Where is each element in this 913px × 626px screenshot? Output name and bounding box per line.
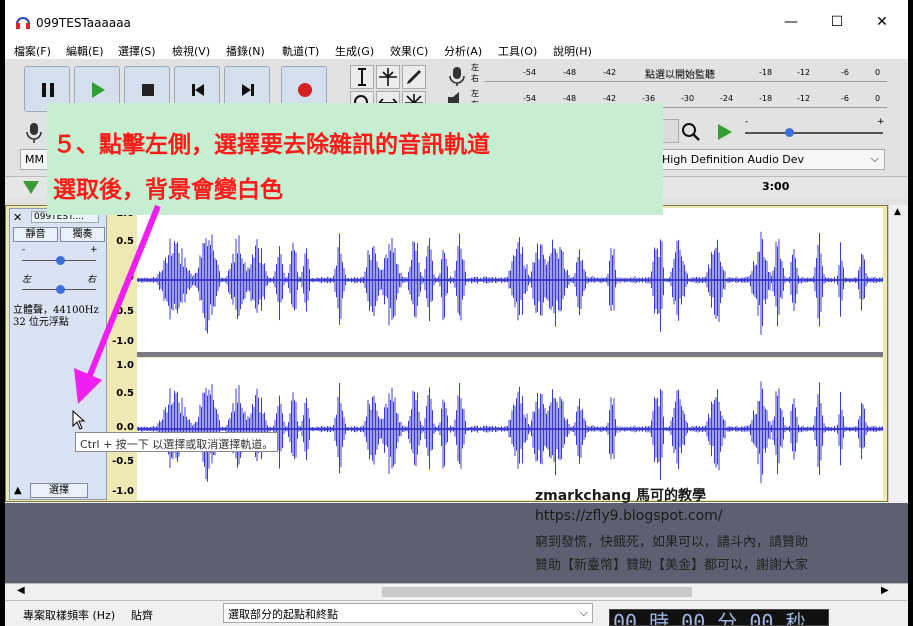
gain-minus: - xyxy=(22,245,26,255)
menu-edit[interactable]: 編輯(E) xyxy=(66,43,104,59)
envelope-tool[interactable] xyxy=(376,65,400,89)
play-meter-tick: -48 xyxy=(563,94,577,103)
play-meter-tick: -30 xyxy=(681,94,695,103)
play-meter-tick: -36 xyxy=(642,94,656,103)
record-icon xyxy=(298,83,312,97)
menu-generate[interactable]: 生成(G) xyxy=(335,43,374,59)
play-head-triangle-icon[interactable] xyxy=(23,181,39,194)
record-meter-tick: -18 xyxy=(759,68,773,77)
record-meter-tick: -42 xyxy=(603,68,617,77)
menu-view[interactable]: 檢視(V) xyxy=(172,43,210,59)
pause-icon xyxy=(42,83,54,97)
watermark-author: zmarkchang 馬可的教學 xyxy=(535,488,706,504)
mouse-cursor-icon xyxy=(72,410,86,430)
watermark-url: https://zfly9.blogspot.com/ xyxy=(535,508,723,524)
playback-device-label: High Definition Audio Dev xyxy=(662,153,805,166)
window-title: 099TESTaaaaaa xyxy=(36,16,131,30)
skip-to-start-icon xyxy=(192,84,204,96)
play-meter-tick: -54 xyxy=(523,94,537,103)
y-tick: -1.0 xyxy=(112,486,134,497)
chevron-down-icon: ⌵ xyxy=(579,606,588,619)
speed-slider-thumb[interactable] xyxy=(785,128,794,137)
menu-analyze[interactable]: 分析(A) xyxy=(444,43,482,59)
waveform-channel-2[interactable] xyxy=(137,358,883,500)
record-meter-tick: -48 xyxy=(563,68,577,77)
audio-position-display[interactable]: 00 時 00 分 00 秒 xyxy=(609,609,829,626)
maximize-button[interactable]: ☐ xyxy=(822,12,852,32)
play-meter-left-label: 左 xyxy=(471,89,479,98)
play-meter-tick: -18 xyxy=(759,94,773,103)
scroll-right-icon[interactable]: ▶ xyxy=(881,585,889,596)
click-to-monitor-label[interactable]: 點選以開始監聽 xyxy=(645,66,715,81)
horizontal-scrollbar[interactable]: ◀ ▶ xyxy=(5,583,908,599)
menu-transport[interactable]: 播錄(N) xyxy=(226,43,265,59)
recording-volume-mic-icon xyxy=(26,123,42,143)
menu-select[interactable]: 選擇(S) xyxy=(118,43,156,59)
stop-icon xyxy=(142,84,154,96)
record-meter-left-label: 左 xyxy=(471,63,479,72)
watermark-donate-1: 窮到發慌，快餓死，如果可以，請斗內，請贊助 xyxy=(535,535,809,550)
record-meter-tick: -12 xyxy=(797,68,811,77)
select-track-button[interactable]: 選擇 xyxy=(30,483,88,498)
microphone-icon[interactable] xyxy=(445,65,469,87)
speed-slider-plus: + xyxy=(877,117,885,127)
snap-to-label: 貼齊 xyxy=(131,609,153,622)
menu-file[interactable]: 檔案(F) xyxy=(14,43,51,59)
y-tick: -0.5 xyxy=(112,456,134,467)
record-meter-tick: -54 xyxy=(523,68,537,77)
audacity-headphones-icon xyxy=(16,17,30,29)
i-beam-icon xyxy=(358,68,366,86)
play-meter-tick: -12 xyxy=(797,94,811,103)
envelope-icon xyxy=(379,68,397,86)
watermark-donate-2: 贊助【新臺幣】贊助【美金】都可以，謝謝大家 xyxy=(535,558,809,573)
pencil-icon xyxy=(407,70,421,84)
instruction-callout: ５、點擊左側，選擇要去除雜訊的音訊軌道 選取後，背景會變白色 xyxy=(47,103,663,215)
project-rate-label: 專案取樣頻率 (Hz) xyxy=(23,609,116,622)
track-select-tooltip: Ctrl + 按一下 以選擇或取消選擇軌道。 xyxy=(75,432,279,452)
skip-to-end-icon xyxy=(242,84,254,96)
scroll-left-icon[interactable]: ◀ xyxy=(17,585,25,596)
menu-bar: 檔案(F) 編輯(E) 選擇(S) 檢視(V) 播錄(N) 軌道(T) 生成(G… xyxy=(5,38,908,60)
pointer-arrow xyxy=(74,204,161,404)
close-button[interactable]: ✕ xyxy=(867,12,897,32)
play-icon xyxy=(92,82,105,98)
play-at-speed-icon[interactable] xyxy=(715,122,735,142)
scrollbar-thumb[interactable] xyxy=(382,587,692,597)
menu-tools[interactable]: 工具(O) xyxy=(498,43,537,59)
menu-help[interactable]: 說明(H) xyxy=(553,43,592,59)
selection-mode-value: 選取部分的起點和終點 xyxy=(228,608,338,621)
channel-separator xyxy=(137,352,883,357)
play-meter-tick: 0 xyxy=(875,94,881,103)
menu-effect[interactable]: 效果(C) xyxy=(390,43,428,59)
timeline-mark: 3:00 xyxy=(762,180,790,193)
instruction-line-2: 選取後，背景會變白色 xyxy=(53,177,283,203)
vertical-scrollbar[interactable]: ▲ xyxy=(888,205,908,503)
chevron-down-icon: ⌵ xyxy=(870,152,879,165)
draw-tool[interactable] xyxy=(402,65,426,89)
instruction-line-1: ５、點擊左側，選擇要去除雜訊的音訊軌道 xyxy=(53,132,490,158)
menu-tracks[interactable]: 軌道(T) xyxy=(282,43,319,59)
speed-slider-minus: - xyxy=(745,117,749,127)
selection-tool[interactable] xyxy=(350,65,374,89)
playback-speed-slider[interactable] xyxy=(745,132,883,134)
collapse-up-icon[interactable]: ▲ xyxy=(14,485,22,496)
record-meter-tick: 0 xyxy=(875,68,881,77)
selection-mode-select[interactable]: 選取部分的起點和終點 ⌵ xyxy=(223,603,593,623)
record-meter-right-label: 右 xyxy=(471,74,479,83)
title-bar: 099TESTaaaaaa — ☐ ✕ xyxy=(5,0,908,38)
waveform-channel-1[interactable] xyxy=(137,208,883,352)
scroll-up-icon[interactable]: ▲ xyxy=(894,207,901,217)
zoom-fit-icon[interactable] xyxy=(681,122,701,142)
play-meter-tick: -24 xyxy=(720,94,734,103)
play-meter-tick: -6 xyxy=(841,94,849,103)
mute-button[interactable]: 靜音 xyxy=(13,227,58,242)
play-meter-tick: -42 xyxy=(603,94,617,103)
track-close-icon[interactable]: ✕ xyxy=(13,211,22,224)
record-meter-tick: -6 xyxy=(841,68,849,77)
pan-left-label: 左 xyxy=(22,275,32,285)
minimize-button[interactable]: — xyxy=(776,12,806,32)
record-meter[interactable]: -54 -48 -42 點選以開始監聽 -18 -12 -6 0 xyxy=(485,64,887,82)
playback-device-select[interactable]: High Definition Audio Dev ⌵ xyxy=(657,149,885,170)
